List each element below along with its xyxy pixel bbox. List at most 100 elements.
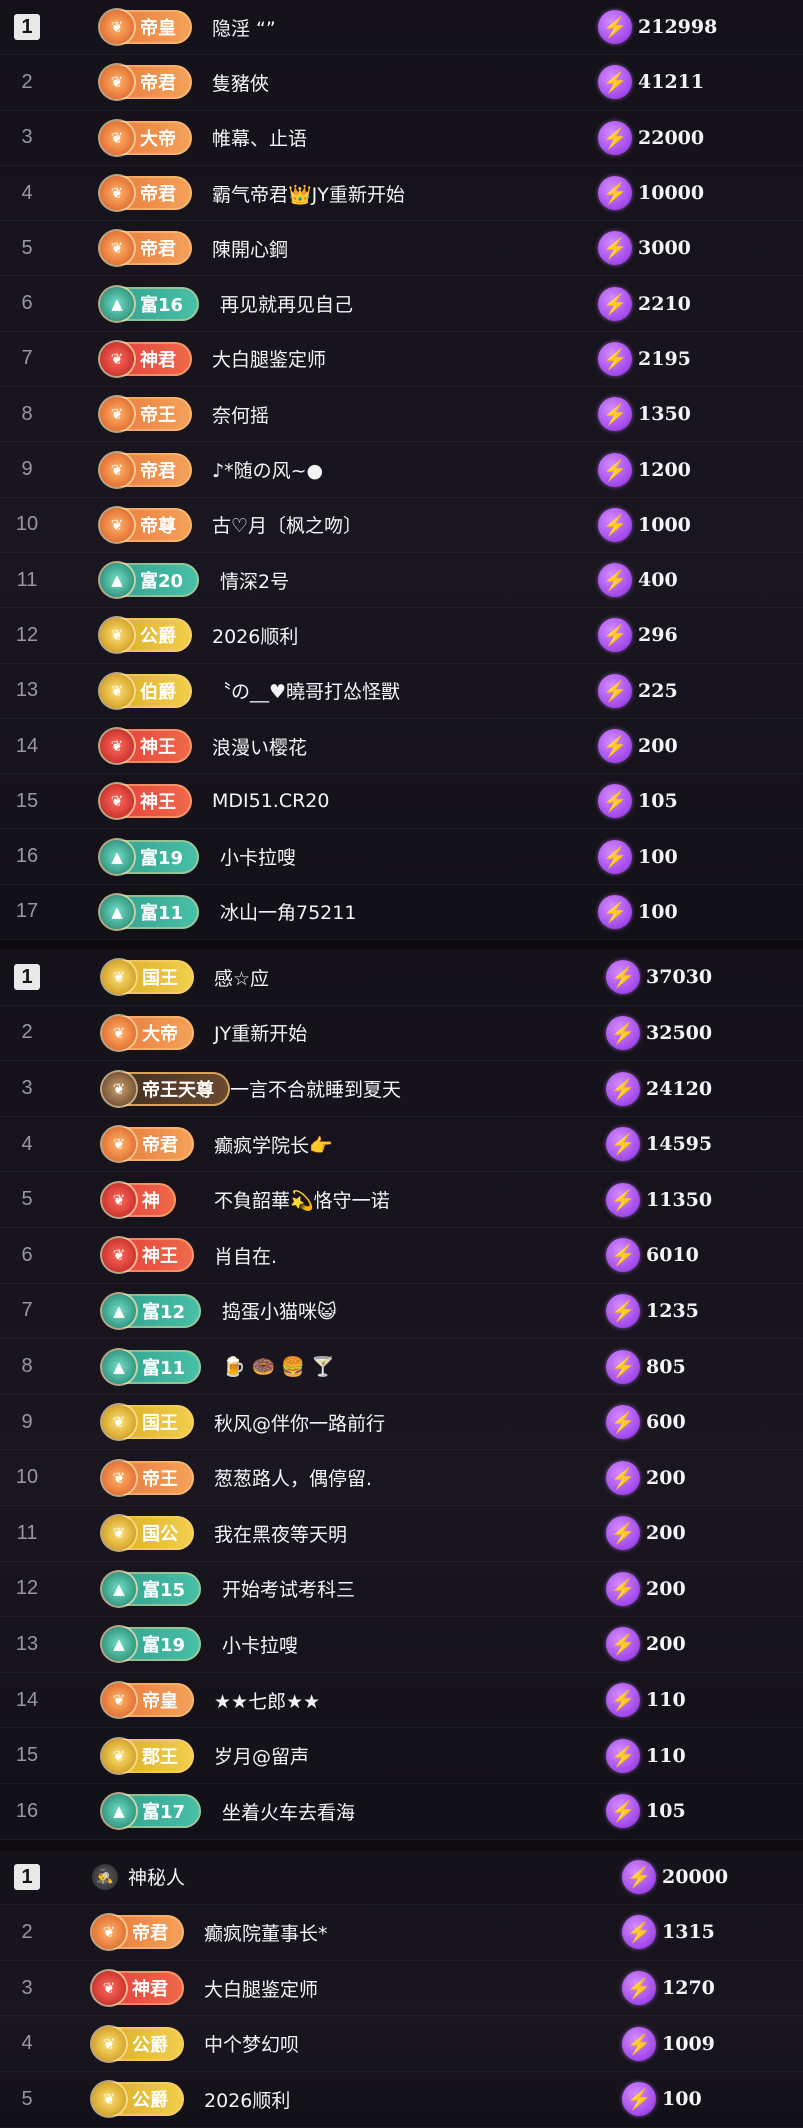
- ranking-row[interactable]: 6 ▲ 富16 再见就再见自己 ⚡ 2210: [0, 276, 803, 332]
- badge-label: 富12: [142, 1301, 186, 1323]
- user-name[interactable]: 小卡拉嗖: [220, 843, 296, 870]
- user-name[interactable]: MDI51.CR20: [212, 790, 330, 812]
- ranking-row[interactable]: 2 ❦ 帝君 癫疯院董事长* ⚡ 1315: [0, 1905, 803, 1961]
- rank-number: 5: [21, 236, 33, 259]
- badge-emblem-icon: ❦: [102, 1738, 136, 1773]
- lightning-icon: ⚡: [606, 1516, 640, 1551]
- user-name[interactable]: 奈何摇: [212, 401, 269, 428]
- ranking-row[interactable]: 5 ❦ 公爵 2026顺利 ⚡ 100: [0, 2072, 803, 2128]
- rank-number: 10: [15, 1466, 39, 1489]
- user-name[interactable]: 2026顺利: [212, 622, 298, 649]
- ranking-row[interactable]: 12 ❦ 公爵 2026顺利 ⚡ 296: [0, 608, 803, 664]
- user-name[interactable]: 大白腿鉴定师: [204, 1975, 318, 2002]
- ranking-row[interactable]: 4 ❦ 公爵 中个梦幻呗 ⚡ 1009: [0, 2016, 803, 2072]
- ranking-row[interactable]: 3 ❦ 帝王天尊 一言不合就睡到夏天 ⚡ 24120: [0, 1061, 803, 1117]
- ranking-row[interactable]: 15 ❦ 神王 MDI51.CR20 ⚡ 105: [0, 774, 803, 830]
- user-name[interactable]: 小卡拉嗖: [222, 1631, 298, 1658]
- ranking-row[interactable]: 13 ▲ 富19 小卡拉嗖 ⚡ 200: [0, 1617, 803, 1673]
- ranking-row[interactable]: 7 ❦ 神君 大白腿鉴定师 ⚡ 2195: [0, 332, 803, 388]
- ranking-row[interactable]: 5 ❦ 神不負韶華💫恪守一诺 ⚡ 11350: [0, 1172, 803, 1229]
- ranking-row[interactable]: 17 ▲ 富11 冰山一角75211 ⚡ 100: [0, 885, 803, 941]
- ranking-row[interactable]: 4 ❦ 帝君 霸气帝君👑JY重新开始 ⚡ 10000: [0, 166, 803, 222]
- user-name[interactable]: 开始考试考科三: [222, 1575, 355, 1602]
- ranking-row[interactable]: 2 ❦ 帝君 隻豬俠 ⚡ 41211: [0, 55, 803, 111]
- user-name[interactable]: 隻豬俠: [212, 69, 269, 96]
- user-name[interactable]: 秋风@伴你一路前行: [214, 1409, 385, 1436]
- user-name[interactable]: 🍺 🍩 🍔 🍸: [222, 1355, 335, 1378]
- user-name[interactable]: 岁月@留声: [214, 1742, 309, 1769]
- user-name[interactable]: 再见就再见自己: [220, 290, 353, 317]
- ranking-row[interactable]: 7 ▲ 富12 捣蛋小猫咪😺 ⚡ 1235: [0, 1284, 803, 1340]
- ranking-row[interactable]: 15 ❦ 郡王 岁月@留声 ⚡ 110: [0, 1728, 803, 1784]
- user-name[interactable]: ♪*随の风~●: [212, 456, 323, 483]
- ranking-row[interactable]: 4 ❦ 帝君 癫疯学院长👉 ⚡ 14595: [0, 1117, 803, 1173]
- rank-number: 11: [16, 568, 38, 591]
- ranking-row[interactable]: 10 ❦ 帝尊 古♡月〔枫之吻〕 ⚡ 1000: [0, 498, 803, 553]
- lightning-icon: ⚡: [606, 1794, 640, 1829]
- user-name[interactable]: 隐淫 “”: [212, 14, 276, 41]
- badge-label: 帝王: [140, 405, 176, 427]
- badge-emblem-icon: ▲: [102, 1293, 136, 1328]
- ranking-row[interactable]: 13 ❦ 伯爵 〝の__♥曉哥打怂怪獸 ⚡ 225: [0, 664, 803, 719]
- user-name[interactable]: 我在黑夜等天明: [214, 1520, 347, 1547]
- ranking-row[interactable]: 3 ❦ 神君 大白腿鉴定师 ⚡ 1270: [0, 1961, 803, 2017]
- level-badge: ❦ 神王: [100, 729, 192, 763]
- user-name[interactable]: 神秘人: [128, 1863, 185, 1890]
- rank-number: 6: [21, 1243, 33, 1266]
- ranking-row[interactable]: 14 ❦ 神王 浪漫い樱花 ⚡ 200: [0, 719, 803, 775]
- user-name[interactable]: 大白腿鉴定师: [212, 345, 326, 372]
- contribution-number: 212998: [638, 16, 718, 39]
- ranking-row[interactable]: 9 ❦ 帝君 ♪*随の风~● ⚡ 1200: [0, 442, 803, 498]
- ranking-row[interactable]: 8 ❦ 帝王 奈何摇 ⚡ 1350: [0, 387, 803, 443]
- user-name[interactable]: 一言不合就睡到夏天: [230, 1075, 401, 1102]
- user-name[interactable]: 捣蛋小猫咪😺: [222, 1297, 337, 1324]
- badge-label: 公爵: [140, 626, 176, 648]
- user-name[interactable]: 冰山一角75211: [220, 898, 356, 925]
- ranking-row[interactable]: 6 ❦ 神王 肖自在. ⚡ 6010: [0, 1228, 803, 1284]
- user-name[interactable]: 癫疯院董事长*: [204, 1919, 328, 1946]
- ranking-row[interactable]: 11 ▲ 富20 情深2号 ⚡ 400: [0, 553, 803, 609]
- user-name[interactable]: 感☆应: [214, 964, 269, 991]
- user-name[interactable]: 中个梦幻呗: [204, 2030, 299, 2057]
- user-name[interactable]: 陳開心鋼: [212, 235, 288, 262]
- ranking-row[interactable]: 16 ▲ 富17 坐着火车去看海 ⚡ 105: [0, 1784, 803, 1840]
- ranking-row[interactable]: 3 ❦ 大帝 帷幕、止语 ⚡ 22000: [0, 111, 803, 166]
- ranking-row[interactable]: 8 ▲ 富11 🍺 🍩 🍔 🍸 ⚡ 805: [0, 1339, 803, 1395]
- ranking-row[interactable]: 1 ❦ 帝皇 隐淫 “” ⚡ 212998: [0, 0, 803, 56]
- badge-label: 帝君: [142, 1135, 178, 1157]
- rank-number: 7: [21, 347, 33, 370]
- badge-label: 帝王天尊: [142, 1079, 214, 1101]
- rank-number: 9: [21, 1410, 33, 1433]
- user-name[interactable]: 霸气帝君👑JY重新开始: [212, 180, 405, 207]
- user-name[interactable]: 情深2号: [220, 567, 289, 594]
- user-name[interactable]: 癫疯学院长👉: [214, 1131, 333, 1158]
- level-badge: ❦ 大帝: [102, 1015, 194, 1050]
- ranking-row[interactable]: 1 ❦ 国王 感☆应 ⚡ 37030: [0, 950, 803, 1006]
- user-name[interactable]: JY重新开始: [214, 1019, 307, 1046]
- user-name[interactable]: 葱葱路人，偶停留.: [214, 1464, 372, 1491]
- user-name[interactable]: 坐着火车去看海: [222, 1798, 355, 1825]
- user-name[interactable]: 浪漫い樱花: [212, 733, 307, 760]
- contribution-value: ⚡ 400: [598, 563, 678, 598]
- contribution-value: ⚡ 1000: [598, 507, 691, 542]
- ranking-row[interactable]: 14 ❦ 帝皇 ★★七郎★★ ⚡ 110: [0, 1673, 803, 1729]
- ranking-row[interactable]: 5 ❦ 帝君 陳開心鋼 ⚡ 3000: [0, 221, 803, 277]
- user-name[interactable]: 帷幕、止语: [212, 124, 307, 151]
- level-badge: ▲ 富20: [100, 563, 200, 598]
- ranking-row[interactable]: 11 ❦ 国公 我在黑夜等天明 ⚡ 200: [0, 1506, 803, 1562]
- badge-label: 富15: [142, 1579, 186, 1601]
- user-name[interactable]: 肖自在.: [214, 1242, 277, 1269]
- contribution-value: ⚡ 212998: [598, 10, 718, 45]
- user-name[interactable]: 不負韶華💫恪守一诺: [214, 1186, 390, 1213]
- user-name[interactable]: 〝の__♥曉哥打怂怪獸: [212, 677, 400, 704]
- ranking-row[interactable]: 12 ▲ 富15 开始考试考科三 ⚡ 200: [0, 1562, 803, 1618]
- ranking-row[interactable]: 16 ▲ 富19 小卡拉嗖 ⚡ 100: [0, 829, 803, 885]
- user-name[interactable]: 古♡月〔枫之吻〕: [212, 511, 362, 538]
- ranking-row[interactable]: 10 ❦ 帝王 葱葱路人，偶停留. ⚡ 200: [0, 1450, 803, 1506]
- user-name[interactable]: ★★七郎★★: [214, 1687, 320, 1714]
- user-name[interactable]: 2026顺利: [204, 2086, 290, 2113]
- badge-label: 帝君: [140, 460, 176, 482]
- ranking-row[interactable]: 9 ❦ 国王 秋风@伴你一路前行 ⚡ 600: [0, 1395, 803, 1451]
- ranking-row[interactable]: 1 🕵 神秘人 ⚡ 20000: [0, 1850, 803, 1906]
- ranking-row[interactable]: 2 ❦ 大帝 JY重新开始 ⚡ 32500: [0, 1006, 803, 1062]
